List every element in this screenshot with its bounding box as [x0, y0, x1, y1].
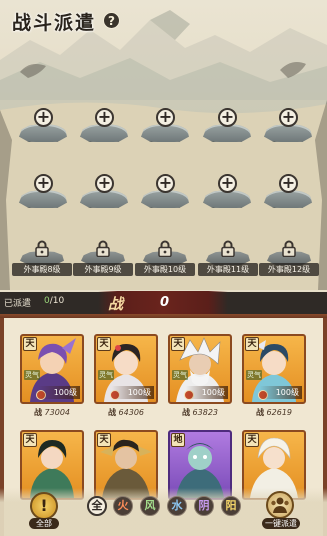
plus-icon: +	[95, 108, 114, 127]
plus-icon: +	[279, 174, 298, 193]
unlock-requirement: 外事殿11级	[198, 263, 258, 276]
dispatch-slot[interactable]: +	[77, 174, 131, 214]
plus-icon: +	[34, 108, 53, 127]
dispatched-count: 0/10	[44, 296, 64, 306]
plus-icon: +	[218, 108, 237, 127]
locked-slot[interactable]: 外事殿12级	[259, 240, 319, 280]
padlock-icon	[158, 240, 172, 257]
hero-level: 100级	[38, 386, 80, 399]
hero-level: 100级	[186, 386, 228, 399]
hero-card[interactable]: 天 灵气 100级	[168, 334, 232, 404]
dispatch-slot[interactable]: +	[138, 108, 192, 148]
dispatch-slot[interactable]: +	[16, 174, 70, 214]
dispatch-slot[interactable]: +	[77, 108, 131, 148]
tier-badge: 天	[97, 337, 111, 351]
one-key-dispatch-button[interactable]	[266, 491, 294, 519]
hero-power: 战 73004	[34, 407, 70, 417]
page-title: 战斗派遣	[12, 12, 97, 34]
tier-badge: 天	[245, 337, 259, 351]
element-tag: 灵气	[24, 370, 40, 380]
filter-yin-button[interactable]: 阴	[194, 496, 214, 516]
dispatched-label: 已派遣	[4, 299, 32, 309]
unlock-requirement: 外事殿8级	[12, 263, 72, 276]
hero-card[interactable]: 天 灵气 100级	[242, 334, 306, 404]
padlock-icon	[35, 240, 49, 257]
dispatch-slot[interactable]: +	[261, 108, 315, 148]
all-heroes-button[interactable]: !	[30, 492, 58, 520]
filter-all-button[interactable]: 全	[87, 496, 107, 516]
help-button[interactable]: ?	[103, 12, 120, 29]
element-tag: 灵气	[172, 370, 188, 380]
element-tag: 灵气	[246, 370, 262, 380]
hero-card[interactable]: 天 灵气 100级	[94, 334, 158, 404]
dispatch-slot[interactable]: +	[261, 174, 315, 214]
padlock-icon	[96, 240, 110, 257]
unlock-requirement: 外事殿9级	[73, 263, 133, 276]
unlock-requirement: 外事殿10级	[135, 263, 195, 276]
hero-power: 战 64306	[108, 407, 144, 417]
filter-water-button[interactable]: 水	[167, 496, 187, 516]
element-tag: 灵气	[98, 370, 114, 380]
filter-wind-button[interactable]: 风	[140, 496, 160, 516]
one-key-dispatch-label: 一键派遣	[262, 518, 300, 529]
unlock-requirement: 外事殿12级	[259, 263, 319, 276]
hero-power: 战 63823	[182, 407, 218, 417]
locked-slot[interactable]: 外事殿10级	[135, 240, 195, 280]
tier-badge: 天	[97, 433, 111, 447]
hero-card[interactable]: 天 灵气 100级	[20, 334, 84, 404]
dispatch-slot[interactable]: +	[138, 174, 192, 214]
hero-level: 100级	[112, 386, 154, 399]
locked-slot[interactable]: 外事殿9级	[73, 240, 133, 280]
plus-icon: +	[95, 174, 114, 193]
padlock-icon	[221, 240, 235, 257]
filter-fire-button[interactable]: 火	[113, 496, 133, 516]
people-icon	[271, 497, 289, 513]
hero-level: 100级	[260, 386, 302, 399]
dispatch-slot[interactable]: +	[200, 174, 254, 214]
tier-badge: 天	[171, 337, 185, 351]
plus-icon: +	[156, 174, 175, 193]
total-power-value: 0	[160, 295, 170, 310]
hero-power: 战 62619	[256, 407, 292, 417]
plus-icon: +	[218, 174, 237, 193]
plus-icon: +	[279, 108, 298, 127]
filter-yang-button[interactable]: 阳	[221, 496, 241, 516]
tier-badge: 天	[245, 433, 259, 447]
locked-slot[interactable]: 外事殿11级	[198, 240, 258, 280]
plus-icon: +	[34, 174, 53, 193]
padlock-icon	[282, 240, 296, 257]
total-power-label: 战	[108, 295, 124, 313]
locked-slot[interactable]: 外事殿8级	[12, 240, 72, 280]
all-heroes-label: 全部	[29, 518, 59, 529]
dispatch-slot[interactable]: +	[200, 108, 254, 148]
tier-badge: 天	[23, 337, 37, 351]
tier-badge: 地	[171, 433, 185, 447]
plus-icon: +	[156, 108, 175, 127]
dispatch-slot[interactable]: +	[16, 108, 70, 148]
tier-badge: 天	[23, 433, 37, 447]
dispatched-max: /10	[49, 296, 65, 306]
